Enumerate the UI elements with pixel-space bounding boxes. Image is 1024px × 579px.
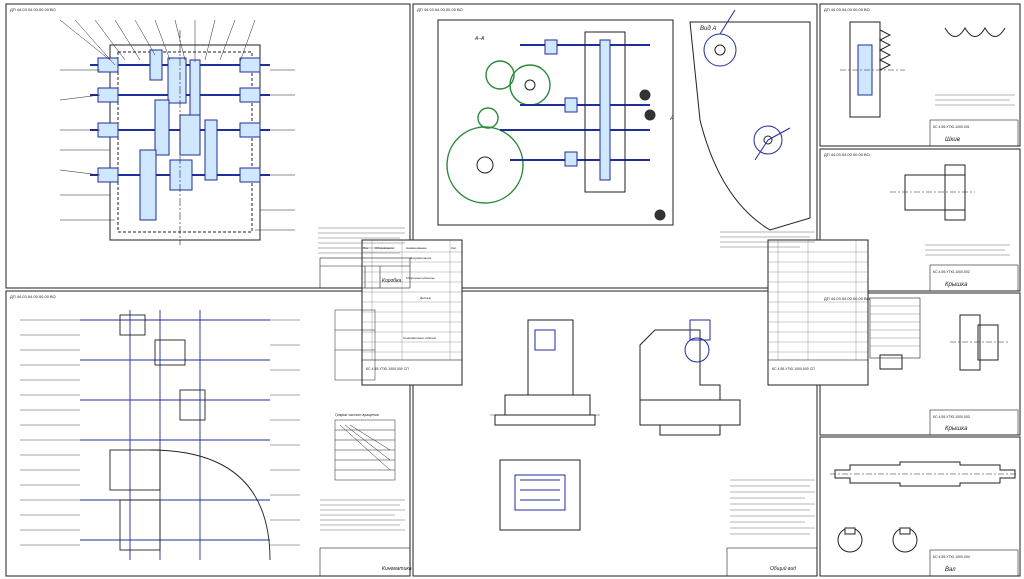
pulley-drawing: [840, 21, 1019, 147]
title-gearbox: Коробка: [382, 278, 401, 284]
frame-bottom-mid: [412, 290, 818, 577]
technical-drawing-sheet: ДП 44.03.04.00.00.00 ВО ДП 44.03.04.00.0…: [5, 3, 1021, 577]
title-cover-1: Крышка: [945, 282, 968, 288]
code-cover-2: КС 4.55.УТЮ.1000.003: [933, 415, 970, 419]
spec-section-parts: Детали: [419, 296, 432, 300]
title-cover-2: Крышка: [945, 426, 968, 432]
stamp-right-2: ДП 44.03.04.00.00.00 ВО: [824, 152, 870, 157]
title-kinematic: Кинематика: [382, 566, 412, 572]
view-a-label: Вид А: [700, 26, 716, 32]
spec-header-desig: Обозначение: [375, 246, 394, 250]
graph-title: График частот вращения: [335, 413, 379, 417]
spec-header-pos: Поз.: [363, 246, 369, 250]
code-spec-2: КС 4.55.УТЮ.1000.000 СП: [772, 367, 815, 371]
code-pulley: КС 4.55.УТЮ.1000.001: [933, 125, 970, 129]
spec-section-std: Стандартные изделия: [403, 336, 436, 340]
stamp-bottom-left: ДП 44.03.04.00.00.00 ВО: [10, 294, 56, 299]
stamp-right-1: ДП 44.03.04.00.00.00 ВО: [824, 7, 870, 12]
section-aa-label: А–А: [474, 36, 485, 42]
spec-section-assemblies: Сборочные единицы: [406, 276, 436, 280]
kinematic-diagram: [20, 309, 411, 577]
stamp-top-left: ДП 44.03.04.00.00.00 ВО: [10, 7, 56, 12]
frame-top-mid: [412, 3, 818, 289]
side-letter: А: [669, 116, 674, 122]
frame-right-4: [819, 436, 1021, 577]
gear-train-drawing: [437, 9, 815, 248]
spec-sheet-2: [767, 239, 869, 386]
spec-header-name: Наименование: [406, 246, 427, 250]
stamp-right-3: ДП 44.03.04.00.00.00 ВО: [824, 296, 870, 301]
spec-section-docs: Документация: [409, 256, 432, 260]
title-pulley: Шкив: [945, 137, 960, 143]
title-general: Общий вид: [770, 565, 796, 572]
stamp-top-mid: ДП 44.03.04.00.00.00 ВО: [417, 7, 463, 12]
code-shaft: КС 4.55.УТЮ.1000.004: [933, 555, 970, 559]
code-spec-1: КС 4.55.УТЮ.1000.000 СП: [366, 367, 409, 371]
title-shaft: Вал: [945, 567, 956, 573]
gearbox-section-drawing: [59, 19, 405, 254]
spec-sheet-1: [361, 239, 463, 386]
code-cover-1: КС 4.55.УТЮ.1000.002: [933, 270, 970, 274]
spec-header-qty: Кол.: [451, 246, 457, 250]
shaft-drawing: [830, 461, 1019, 577]
